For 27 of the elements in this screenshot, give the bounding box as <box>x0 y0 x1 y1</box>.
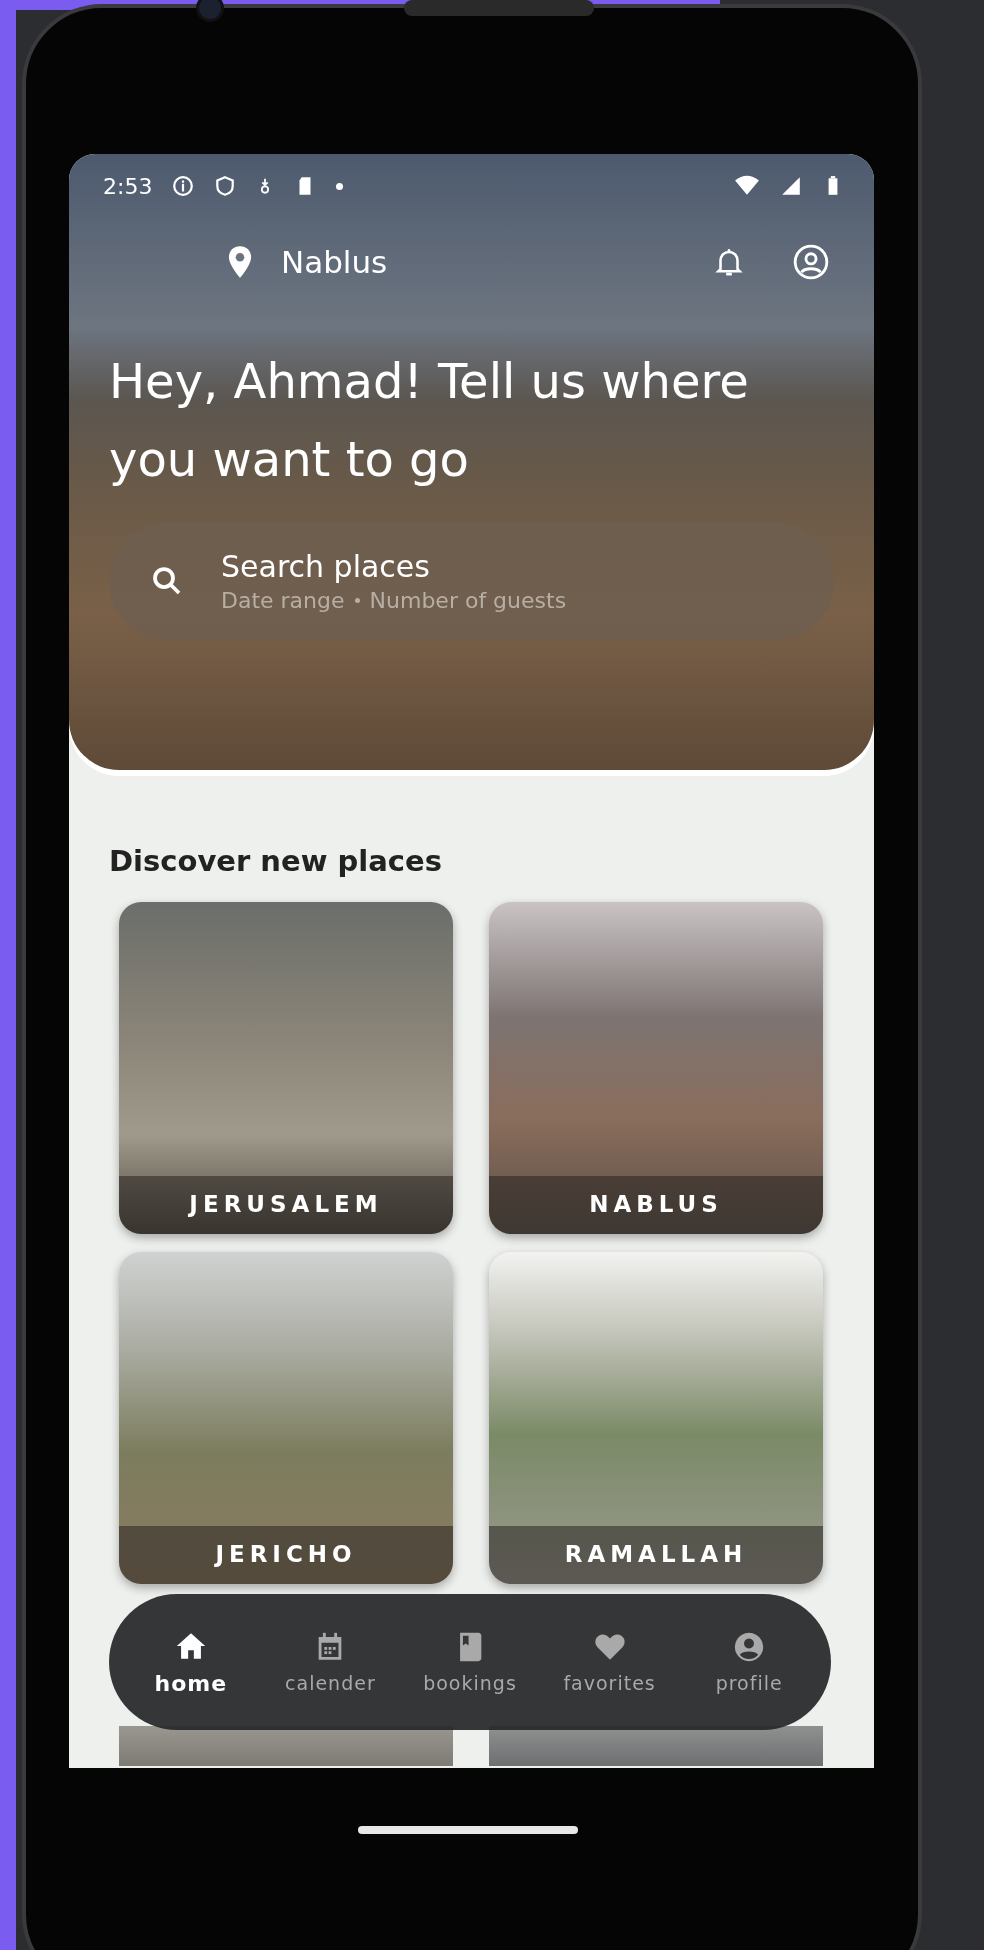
info-icon <box>172 175 195 197</box>
place-name: JERUSALEM <box>119 1176 453 1234</box>
place-card[interactable]: JERICHO <box>119 1252 453 1584</box>
search-input[interactable]: Search places <box>221 549 621 584</box>
wifi-icon <box>734 175 760 197</box>
signal-icon <box>780 175 802 197</box>
status-time: 2:53 <box>103 173 153 199</box>
shield-icon <box>214 175 237 197</box>
search-hint: Number of guests <box>369 588 567 613</box>
notification-dot-icon <box>336 182 344 190</box>
nav-tab[interactable]: favorites <box>541 1630 678 1694</box>
place-name: RAMALLAH <box>489 1526 823 1584</box>
nav-tab[interactable]: calender <box>262 1630 399 1694</box>
nav-tab[interactable]: profile <box>681 1630 818 1694</box>
greeting-headline: Hey, Ahmad! Tell us where you want to go <box>109 352 750 489</box>
separator-dot-icon <box>354 598 360 603</box>
place-card[interactable]: RAMALLAH <box>489 1252 823 1584</box>
nav-tab[interactable]: home <box>122 1628 259 1696</box>
location-label[interactable]: Nablus <box>281 244 388 280</box>
place-name: NABLUS <box>489 1176 823 1234</box>
place-name: JERICHO <box>119 1526 453 1584</box>
section-title: Discover new places <box>109 844 443 878</box>
search-hint: Date range <box>221 588 345 613</box>
search-field[interactable]: Search places Date range Number of guests <box>109 522 834 640</box>
nav-tab[interactable]: bookings <box>402 1630 538 1694</box>
place-card[interactable]: JERUSALEM <box>119 902 453 1234</box>
place-card[interactable]: NABLUS <box>489 902 823 1234</box>
